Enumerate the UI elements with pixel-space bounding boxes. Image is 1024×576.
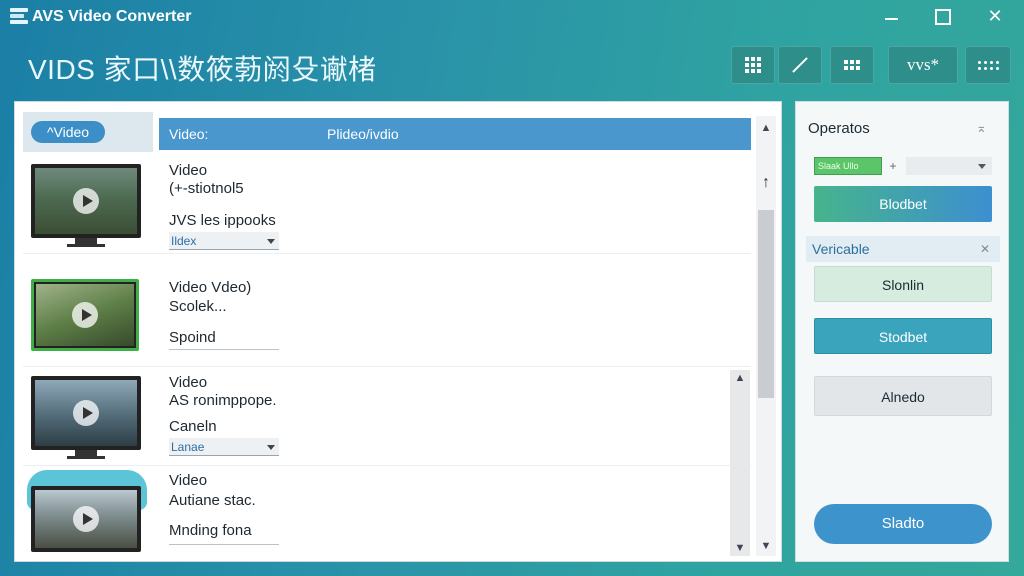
pen-icon: [792, 57, 808, 73]
item-subtitle: AS ronimppope.: [169, 392, 277, 409]
scroll-thumb[interactable]: [758, 210, 774, 398]
list-item[interactable]: Video Autiane stac. Mnding fona: [23, 464, 751, 564]
scroll-mid-arrow[interactable]: ↑: [756, 174, 776, 192]
item-format-value: Ildex: [171, 234, 197, 248]
inner-scroll-up-arrow[interactable]: ▲: [730, 372, 750, 384]
grid-view-button[interactable]: [731, 46, 775, 84]
chevron-down-icon: [267, 239, 275, 244]
item-detail: Caneln: [169, 418, 217, 435]
operations-panel: Operatos ⌅ Slaak Ullo + Blodbet Vericabl…: [795, 101, 1009, 562]
video-thumbnail[interactable]: [31, 376, 141, 460]
grid-icon: [745, 57, 761, 73]
add-profile-button[interactable]: +: [886, 157, 900, 175]
operation-button-2[interactable]: Slonlin: [814, 266, 992, 302]
scroll-down-arrow[interactable]: ▼: [756, 540, 776, 552]
minimize-button[interactable]: [878, 4, 904, 28]
item-underline: [169, 544, 279, 545]
list-header: Video: Plideo/ivdio: [159, 118, 751, 150]
main-scrollbar[interactable]: ▲ ↑ ▼: [756, 116, 776, 556]
operations-title: Operatos: [808, 120, 870, 137]
app-brand-heading: VIDS 家口\\数筱葧阏殳谳楮: [28, 54, 377, 85]
play-icon[interactable]: [73, 400, 99, 426]
close-icon[interactable]: ✕: [980, 236, 990, 262]
app-logo-icon: [10, 8, 28, 24]
dots-grid-icon: [977, 60, 999, 70]
item-title: Video: [169, 162, 208, 179]
section-label: Vericable: [812, 241, 870, 257]
item-subtitle: Autiane stac.: [169, 492, 256, 509]
video-thumbnail[interactable]: [31, 277, 141, 361]
item-format-select[interactable]: Lanae: [169, 438, 279, 456]
start-button[interactable]: Sladto: [814, 504, 992, 544]
tab-video[interactable]: ^Video: [31, 121, 105, 143]
video-tab-area: ^Video: [23, 112, 153, 152]
item-format-value: Lanae: [171, 440, 205, 454]
list-item[interactable]: Video AS ronimppope. Caneln Lanae: [23, 366, 751, 466]
item-title: Video: [169, 472, 208, 489]
video-thumbnail[interactable]: [31, 164, 141, 248]
inner-scrollbar[interactable]: ▲ ▼: [730, 370, 750, 556]
title-bar: AVS Video Converter ✕: [0, 0, 1024, 34]
header-column-audio[interactable]: Plideo/ivdio: [327, 126, 399, 142]
vvs-button[interactable]: vvs*: [888, 46, 958, 84]
list-item[interactable]: Video (+-stiotnol5 JVS les ippooks Ildex: [23, 154, 751, 254]
chevron-down-icon: [267, 445, 275, 450]
item-detail: Mnding fona: [169, 522, 252, 539]
video-thumbnail[interactable]: [27, 470, 147, 556]
profile-indicator[interactable]: Slaak Ullo: [814, 157, 882, 175]
play-icon[interactable]: [73, 188, 99, 214]
edit-button[interactable]: [778, 46, 822, 84]
list-item[interactable]: Video Vdeo) Scolek... Spoind: [23, 267, 751, 367]
item-detail: Spoind: [169, 329, 216, 346]
operation-button-1[interactable]: Blodbet: [814, 186, 992, 222]
inner-scroll-down-arrow[interactable]: ▼: [730, 542, 750, 554]
item-title: Video: [169, 374, 208, 391]
item-title: Video Vdeo): [169, 279, 252, 296]
tiles-button[interactable]: [830, 46, 874, 84]
video-list-panel: ^Video Video: Plideo/ivdio Video (+-stio…: [14, 101, 782, 562]
item-detail: JVS les ippooks: [169, 212, 276, 229]
item-format-select[interactable]: Ildex: [169, 232, 279, 250]
operation-button-3[interactable]: Stodbet: [814, 318, 992, 354]
close-button[interactable]: ✕: [982, 4, 1008, 28]
more-options-button[interactable]: [965, 46, 1011, 84]
pin-icon[interactable]: ⌅: [976, 120, 987, 136]
item-subtitle: Scolek...: [169, 298, 227, 315]
play-icon[interactable]: [73, 506, 99, 532]
scroll-up-arrow[interactable]: ▲: [756, 122, 776, 134]
chevron-down-icon: [978, 164, 986, 169]
profile-select[interactable]: [906, 157, 992, 175]
section-bar: Vericable ✕: [806, 236, 1000, 262]
operation-button-4[interactable]: Alnedo: [814, 376, 992, 416]
maximize-button[interactable]: [928, 4, 954, 28]
window-title: AVS Video Converter: [32, 8, 192, 25]
header-column-video[interactable]: Video:: [169, 126, 208, 142]
play-icon[interactable]: [72, 302, 98, 328]
grid-small-icon: [844, 60, 860, 70]
item-subtitle: (+-stiotnol5: [169, 180, 244, 197]
item-underline: [169, 349, 279, 350]
